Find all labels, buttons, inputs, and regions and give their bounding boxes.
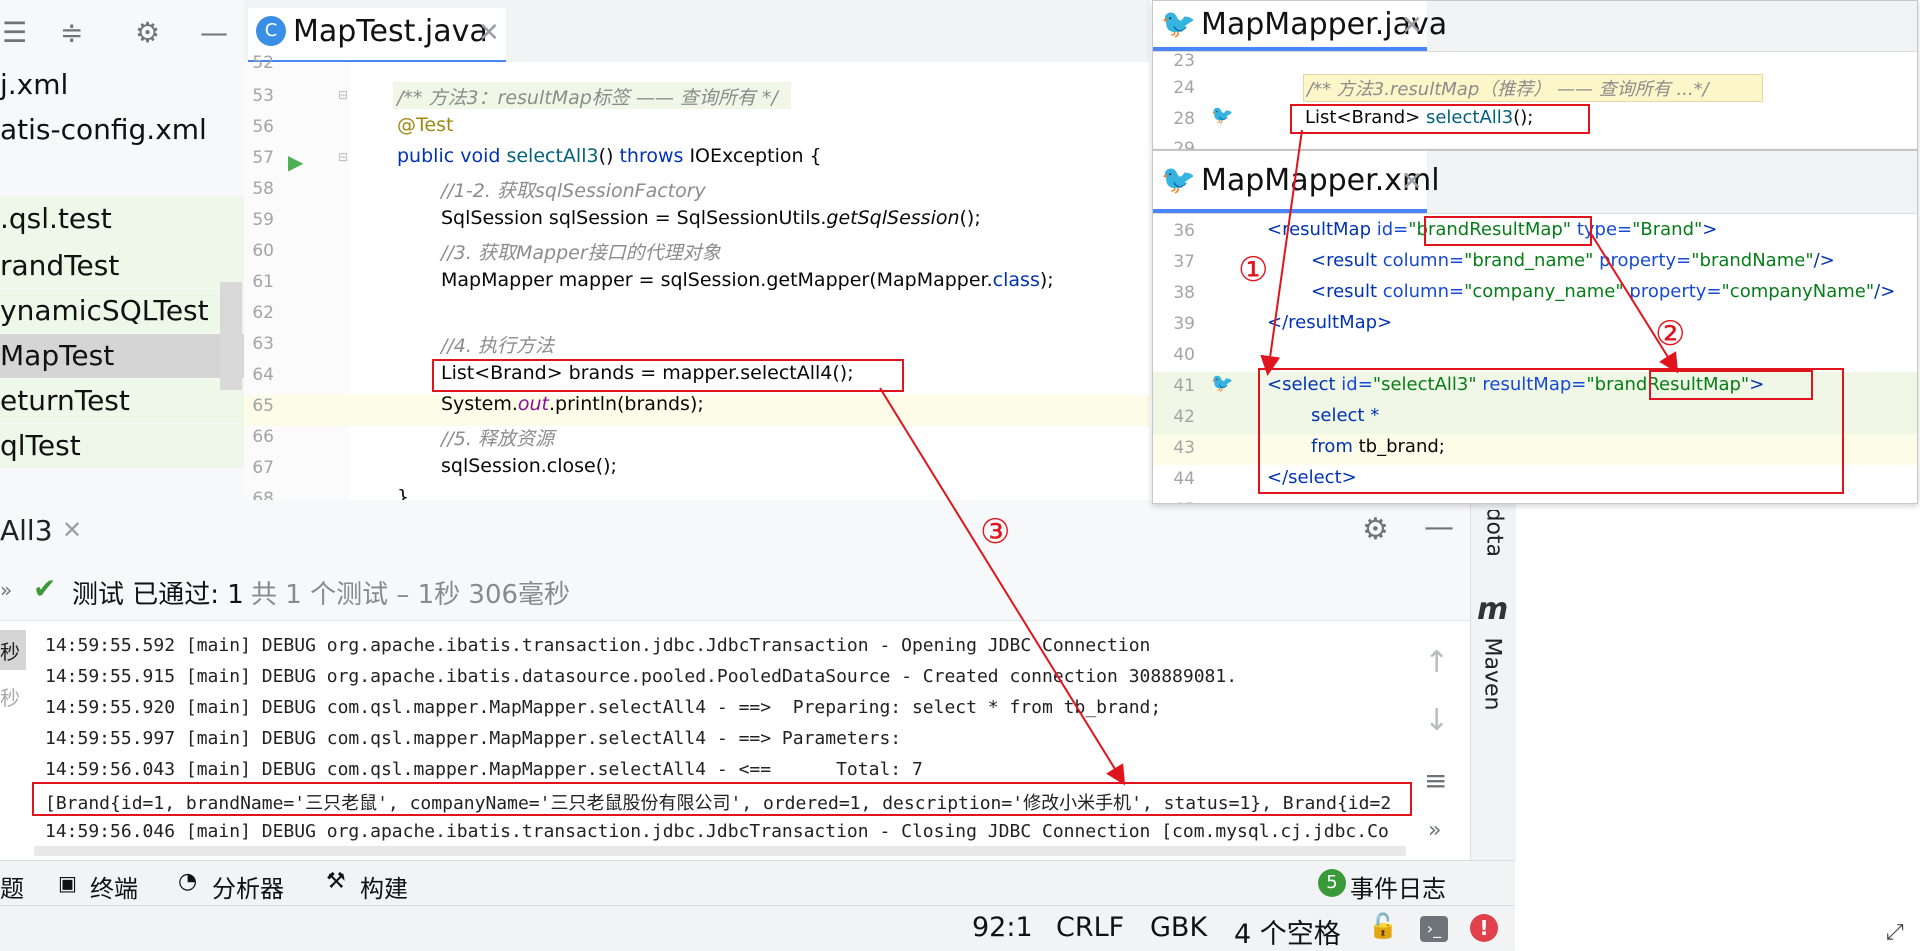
- arrow-resultmap-to-ref: [1589, 231, 1679, 374]
- annotation-arrows: [879, 129, 1679, 786]
- resize-handle-icon[interactable]: ⤢: [1886, 920, 1904, 945]
- arrow-method-to-select: [1260, 129, 1303, 376]
- arrow-call-to-output: [879, 387, 1126, 786]
